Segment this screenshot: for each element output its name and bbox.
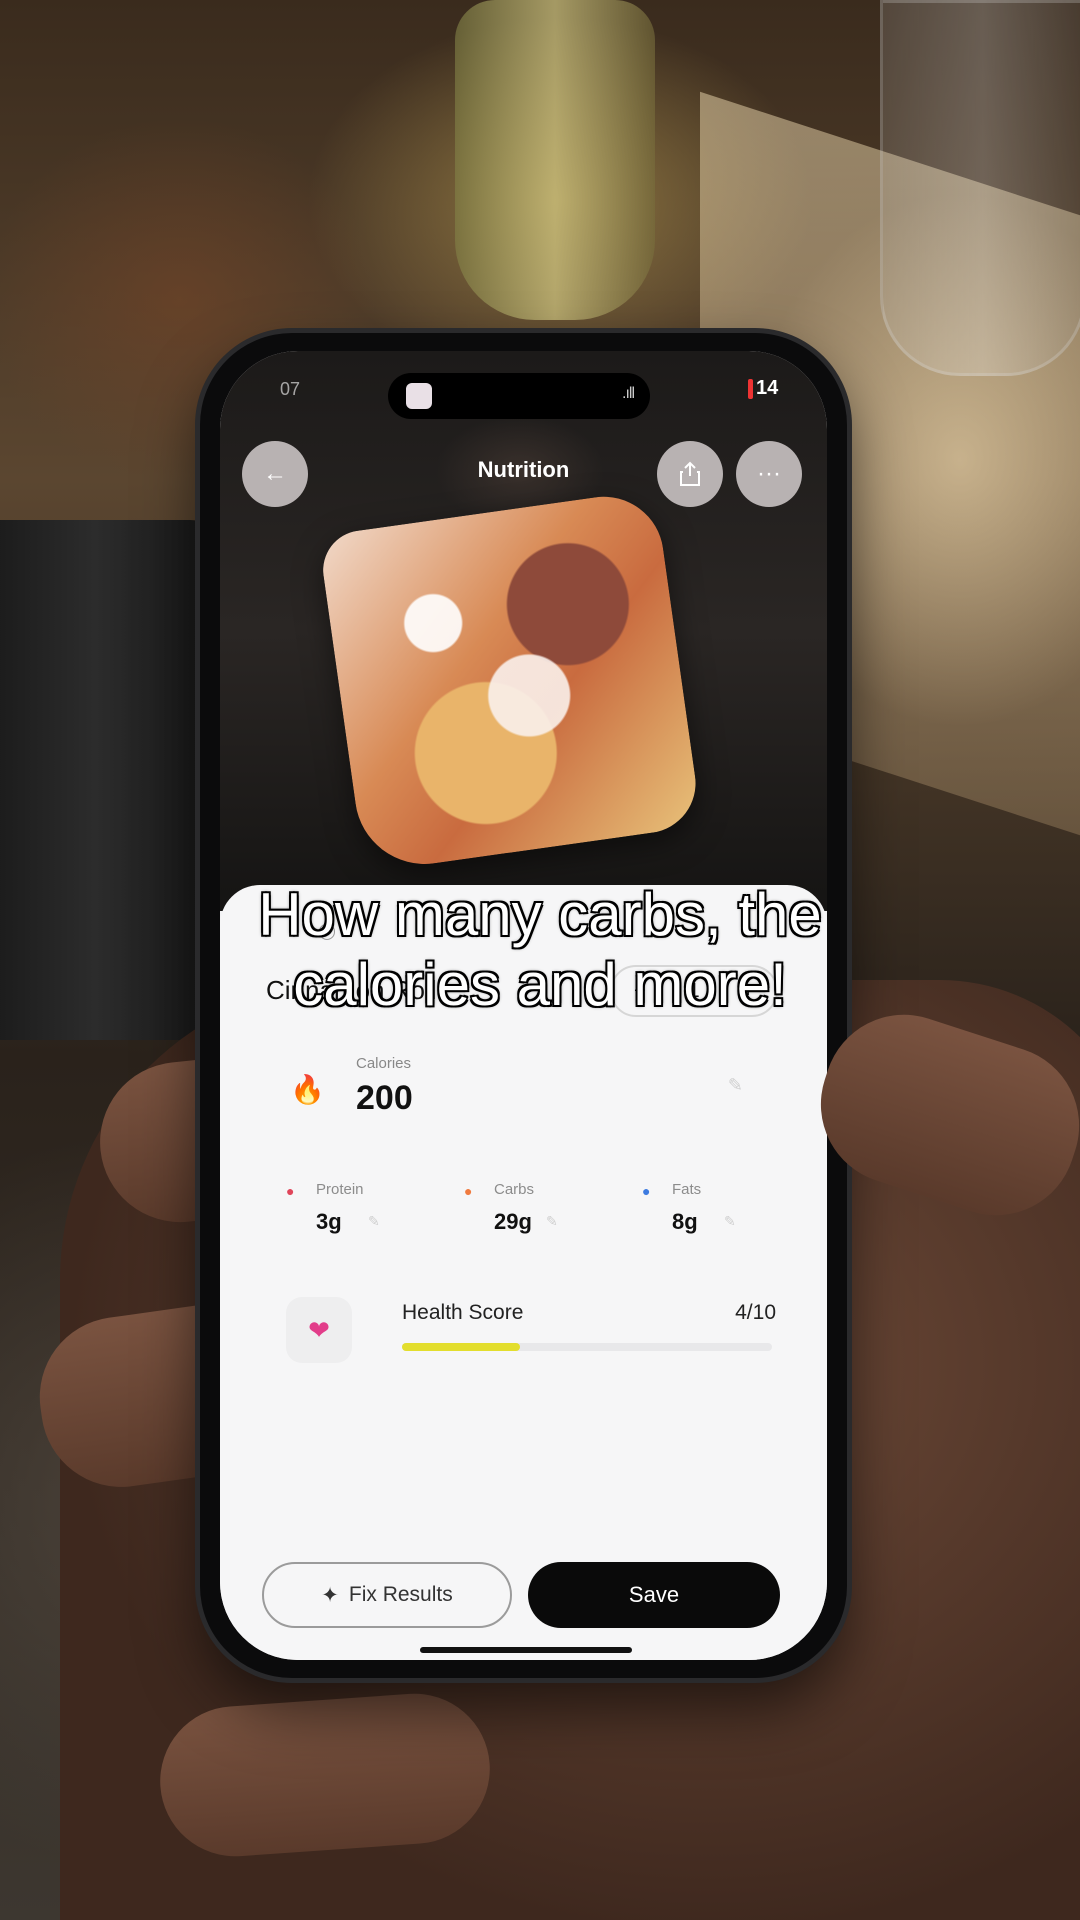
pencil-icon[interactable]: ✎ [546, 1213, 558, 1230]
macro-fats[interactable]: ● Fats 8g ✎ [642, 1175, 802, 1265]
more-button[interactable]: ··· [736, 441, 802, 507]
calories-card[interactable]: 🔥 Calories 200 ✎ [266, 1035, 783, 1145]
food-photo [220, 351, 827, 911]
video-caption: How many carbs, the calories and more! [60, 880, 1020, 1020]
health-score-card: ❤ Health Score 4/10 [286, 1285, 776, 1395]
macro-value: 29g [494, 1209, 532, 1234]
caption-line: calories and more! [292, 950, 789, 1020]
battery-indicator: 14 [748, 377, 778, 400]
photo-background: 07 .ıll 14 ← Nutrition ··· ◯ Cinnamon Ro… [0, 0, 1080, 1920]
save-button[interactable]: Save [528, 1562, 780, 1628]
health-score-fill [402, 1343, 521, 1351]
sparkle-icon: ✦ [321, 1583, 339, 1607]
pencil-icon[interactable]: ✎ [724, 1213, 736, 1230]
macro-carbs[interactable]: ● Carbs 29g ✎ [464, 1175, 624, 1265]
home-indicator [420, 1647, 632, 1653]
health-score-bar [402, 1343, 772, 1351]
droplet-icon: ● [642, 1183, 651, 1199]
macro-label: Carbs [494, 1181, 535, 1198]
pencil-icon[interactable]: ✎ [368, 1213, 380, 1230]
share-button[interactable] [657, 441, 723, 507]
flame-icon: 🔥 [290, 1074, 325, 1105]
drumstick-icon: ● [286, 1183, 295, 1199]
status-bar: 07 .ıll 14 [220, 373, 827, 419]
status-time: 07 [280, 379, 301, 399]
wheat-icon: ● [464, 1183, 473, 1199]
calories-value: 200 [356, 1079, 413, 1117]
calories-label: Calories [356, 1055, 412, 1072]
heart-icon: ❤ [286, 1297, 352, 1363]
macro-label: Protein [316, 1181, 364, 1198]
macro-protein[interactable]: ● Protein 3g ✎ [286, 1175, 446, 1265]
bottle [455, 0, 655, 320]
cinnamon-roll-image [317, 488, 703, 874]
health-score-value: 4/10 [735, 1301, 776, 1324]
dynamic-island: .ıll [388, 373, 650, 419]
macro-value: 8g [672, 1209, 698, 1234]
finger [155, 1688, 495, 1862]
battery-level: 14 [756, 377, 779, 399]
health-score-label: Health Score [402, 1301, 524, 1324]
macro-label: Fats [672, 1181, 702, 1198]
macro-value: 3g [316, 1209, 342, 1234]
glass [880, 0, 1080, 376]
share-icon [680, 461, 700, 486]
battery-icon [748, 378, 753, 399]
fix-results-button[interactable]: ✦ Fix Results [262, 1562, 512, 1628]
app-icon [406, 383, 432, 409]
signal-icon: .ıll [622, 385, 635, 402]
more-icon: ··· [757, 460, 781, 487]
caption-line: How many carbs, the [257, 880, 824, 950]
pencil-icon[interactable]: ✎ [728, 1075, 743, 1096]
fix-results-label: Fix Results [348, 1583, 453, 1606]
